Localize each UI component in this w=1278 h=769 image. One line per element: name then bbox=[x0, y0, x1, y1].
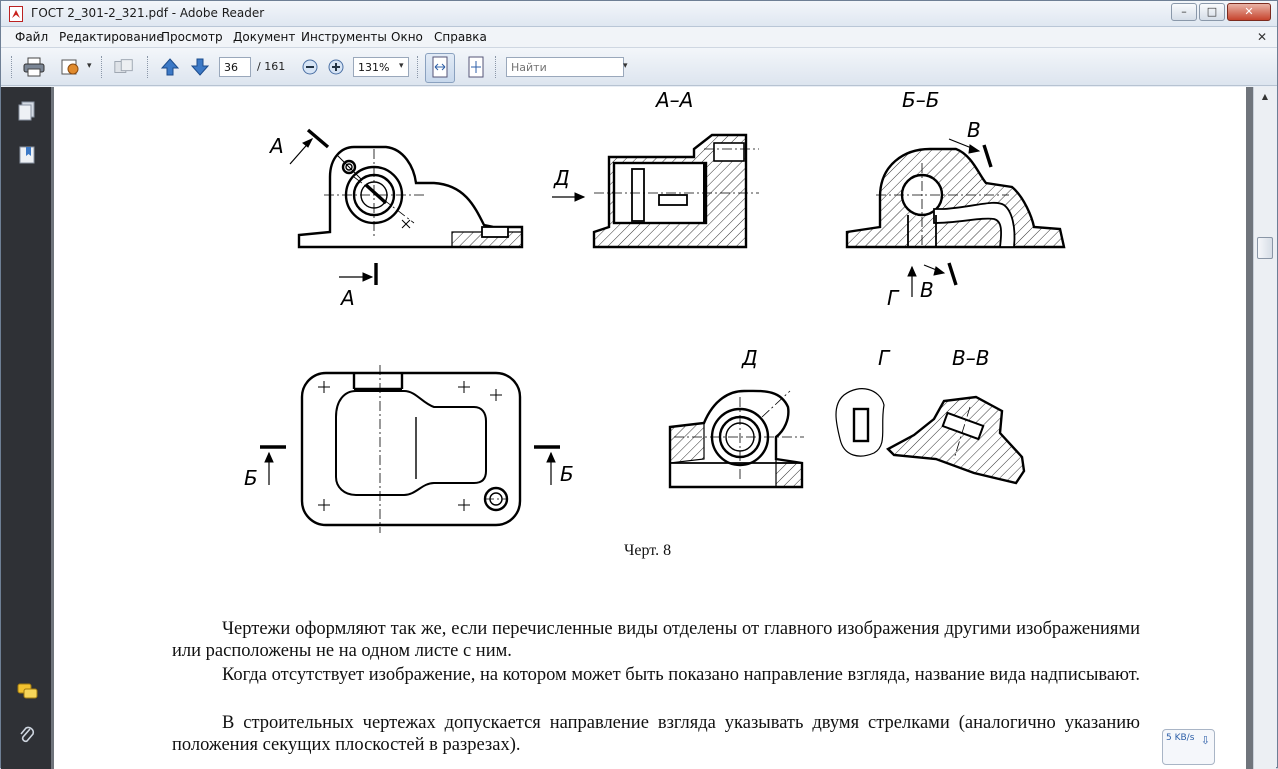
label-section-vv: В–В bbox=[952, 346, 989, 370]
page-total: / 161 bbox=[257, 60, 286, 73]
menu-bar: Файл Редактирование Просмотр Документ Ин… bbox=[1, 27, 1277, 48]
figure-caption: Черт. 8 bbox=[624, 542, 672, 559]
label-view-g: Г bbox=[878, 346, 891, 370]
scroll-up-icon[interactable]: ▲ bbox=[1257, 89, 1273, 105]
comments-icon[interactable] bbox=[17, 683, 38, 705]
label-a-bottom: А bbox=[339, 286, 355, 310]
toolbar-separator bbox=[417, 56, 420, 78]
label-g: Г bbox=[887, 286, 900, 310]
scroll-thumb[interactable] bbox=[1257, 237, 1273, 259]
section-arrow-b bbox=[260, 445, 560, 485]
email-icon[interactable] bbox=[59, 56, 81, 78]
fit-page-icon[interactable] bbox=[465, 56, 487, 78]
close-button[interactable]: ✕ bbox=[1227, 3, 1271, 21]
pages-icon[interactable] bbox=[17, 101, 37, 123]
download-arrow-icon: ⇩ bbox=[1200, 734, 1210, 747]
zoom-out-icon[interactable] bbox=[299, 56, 321, 78]
net-speed-text: 5 KB/s bbox=[1166, 733, 1195, 743]
app-window: ГОСТ 2_301-2_321.pdf - Adobe Reader – □ … bbox=[0, 0, 1278, 769]
label-b-left: Б bbox=[244, 466, 258, 490]
network-speed-widget[interactable]: 5 KB/s ⇩ bbox=[1162, 729, 1215, 765]
top-view bbox=[300, 371, 522, 527]
label-v-bottom: В bbox=[920, 278, 934, 302]
zoom-in-icon[interactable] bbox=[325, 56, 347, 78]
menu-window[interactable]: Окно bbox=[391, 30, 423, 44]
vertical-scrollbar[interactable]: ▲ bbox=[1253, 87, 1276, 769]
pdf-icon bbox=[9, 6, 23, 22]
print-icon[interactable] bbox=[23, 56, 45, 78]
toolbar-grip[interactable] bbox=[11, 56, 14, 78]
minimize-button[interactable]: – bbox=[1171, 3, 1197, 21]
section-bb bbox=[845, 147, 1066, 249]
fit-width-icon[interactable] bbox=[429, 56, 451, 78]
bookmarks-icon[interactable] bbox=[17, 145, 37, 167]
navigation-panel bbox=[1, 87, 51, 769]
attachments-icon[interactable] bbox=[17, 725, 37, 747]
title-bar: ГОСТ 2_301-2_321.pdf - Adobe Reader – □ … bbox=[1, 1, 1277, 27]
prev-page-icon[interactable] bbox=[159, 56, 181, 78]
toolbar-separator bbox=[495, 56, 498, 78]
pdf-page: А А А–А Д Б–Б В В Г Б Б Д Г В–В Черт. 8 … bbox=[54, 87, 1246, 769]
label-d: Д bbox=[553, 166, 570, 190]
paragraph-1: Чертежи оформляют так же, если перечисле… bbox=[172, 618, 1140, 662]
label-section-bb: Б–Б bbox=[902, 88, 939, 112]
collaborate-icon[interactable] bbox=[113, 56, 135, 78]
document-close-icon[interactable]: ✕ bbox=[1257, 30, 1267, 44]
zoom-dropdown-icon[interactable]: ▾ bbox=[399, 61, 404, 71]
toolbar-separator bbox=[101, 56, 104, 78]
page-number-input[interactable] bbox=[219, 57, 251, 77]
toolbar-separator bbox=[147, 56, 150, 78]
main-view bbox=[297, 145, 524, 249]
paragraph-2: Когда отсутствует изображение, на которо… bbox=[172, 664, 1140, 686]
label-v-top: В bbox=[967, 118, 981, 142]
next-page-icon[interactable] bbox=[189, 56, 211, 78]
label-section-aa: А–А bbox=[654, 88, 693, 112]
toolbar: ▾ / 161 ▾ ▾ bbox=[1, 48, 1277, 86]
paragraph-3: В строительных чертежах допускается напр… bbox=[172, 712, 1140, 756]
section-vv bbox=[886, 395, 1026, 485]
paragraph-1-text: Чертежи оформляют так же, если перечисле… bbox=[172, 619, 1140, 661]
document-viewport[interactable]: А А А–А Д Б–Б В В Г Б Б Д Г В–В Черт. 8 … bbox=[51, 87, 1253, 769]
label-a-top: А bbox=[268, 134, 284, 158]
arrow-d bbox=[552, 192, 586, 202]
menu-tools[interactable]: Инструменты bbox=[301, 30, 387, 44]
menu-view[interactable]: Просмотр bbox=[161, 30, 223, 44]
section-arrow-a bbox=[289, 128, 378, 285]
search-input[interactable] bbox=[506, 57, 624, 77]
search-dropdown-icon[interactable]: ▾ bbox=[623, 61, 628, 71]
technical-drawing: А А А–А Д Б–Б В В Г Б Б Д Г В–В bbox=[244, 88, 1066, 533]
section-aa bbox=[592, 133, 748, 249]
label-b-right: Б bbox=[560, 462, 574, 486]
menu-edit[interactable]: Редактирование bbox=[59, 30, 164, 44]
view-d bbox=[668, 389, 804, 489]
window-title: ГОСТ 2_301-2_321.pdf - Adobe Reader bbox=[31, 6, 265, 20]
email-dropdown-icon[interactable]: ▾ bbox=[87, 61, 92, 71]
window-controls: – □ ✕ bbox=[1169, 3, 1271, 21]
maximize-button[interactable]: □ bbox=[1199, 3, 1225, 21]
paragraph-2-text: Когда отсутствует изображение, на которо… bbox=[222, 665, 1140, 685]
top-view-crosses bbox=[318, 381, 502, 511]
label-view-d: Д bbox=[741, 346, 758, 370]
menu-document[interactable]: Документ bbox=[233, 30, 295, 44]
menu-file[interactable]: Файл bbox=[15, 30, 48, 44]
view-g bbox=[835, 388, 885, 457]
paragraph-3-text: В строительных чертежах допускается напр… bbox=[172, 713, 1140, 755]
menu-help[interactable]: Справка bbox=[434, 30, 487, 44]
